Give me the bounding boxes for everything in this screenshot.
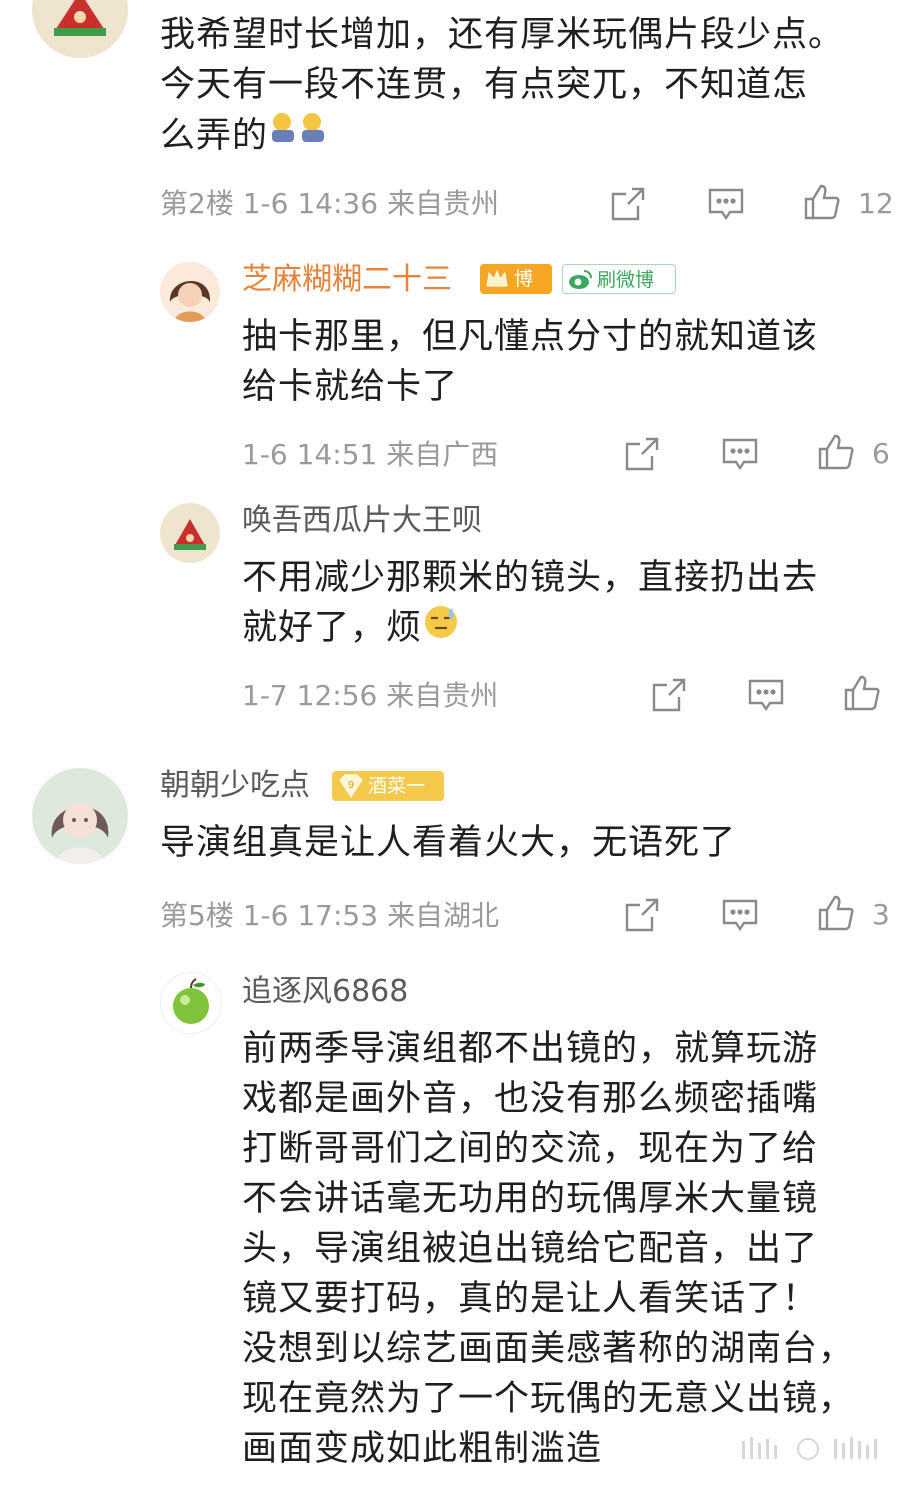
comment-text: 不用减少那颗米的镜头，直接扔出去 就好了，烦 (242, 553, 902, 655)
comment-icon[interactable] (706, 184, 746, 224)
comment-line: 头，导演组被迫出镜给它配音，出了 (242, 1229, 819, 1269)
like-count: 3 (872, 898, 890, 931)
badge-label: 刷微博 (597, 269, 655, 291)
watermark (738, 1435, 898, 1469)
comment-line: 我希望时长增加，还有厚米玩偶片段少点。 (160, 15, 845, 55)
avatar[interactable] (160, 972, 222, 1034)
comment-line: 就好了，烦 (242, 603, 902, 655)
comment-line: 么弄的 (160, 110, 900, 164)
comment-meta: 第5楼 1-6 17:53 来自湖北 (160, 899, 499, 932)
avatar[interactable] (32, 0, 128, 58)
thumbs-up-icon[interactable] (816, 432, 856, 472)
avatar[interactable] (160, 262, 220, 322)
comment-line: 不用减少那颗米的镜头，直接扔出去 (242, 558, 819, 598)
like-count: 6 (872, 437, 890, 470)
emoji-icon (268, 110, 348, 164)
comment-line: 现在竟然为了一个玩偶的无意义出镜， (242, 1379, 855, 1419)
comment-text: 导演组真是让人看着火大，无语死了 (160, 818, 900, 868)
comment-line: 戏都是画外音，也没有那么频密插嘴 (242, 1079, 819, 1119)
comment-text: 前两季导演组都不出镜的，就算玩游 戏都是画外音，也没有那么频密插嘴 打断哥哥们之… (242, 1024, 912, 1474)
share-icon[interactable] (622, 895, 662, 935)
thumbs-up-icon[interactable] (842, 673, 882, 713)
comment-meta: 第2楼 1-6 14:36 来自贵州 (160, 187, 499, 220)
share-icon[interactable] (608, 184, 648, 224)
comment-text: 我希望时长增加，还有厚米玩偶片段少点。 今天有一段不连贯，有点突兀，不知道怎 么… (160, 10, 900, 164)
comment-line: 没想到以综艺画面美感著称的湖南台， (242, 1329, 855, 1369)
diamond-level-icon: 9 (339, 774, 363, 798)
comment-text: 抽卡那里，但凡懂点分寸的就知道该 给卡就给卡了 (242, 312, 902, 412)
author-name[interactable]: 芝麻糊糊二十三 (242, 262, 452, 298)
comment-line: 导演组真是让人看着火大，无语死了 (160, 823, 737, 863)
share-icon[interactable] (649, 675, 689, 715)
comment-icon[interactable] (720, 895, 760, 935)
level-badge: 9 酒菜一汤 (332, 771, 444, 827)
comment-line: 今天有一段不连贯，有点突兀，不知道怎 (160, 65, 809, 105)
comment-line: 给卡就给卡了 (242, 367, 459, 407)
comment-line: 镜又要打码，真的是让人看笑话了！ (242, 1279, 819, 1319)
comment-line: 抽卡那里，但凡懂点分寸的就知道该 (242, 317, 819, 357)
share-icon[interactable] (622, 434, 662, 474)
comment-line: 打断哥哥们之间的交流，现在为了给 (242, 1129, 819, 1169)
comment-line: 前两季导演组都不出镜的，就算玩游 (242, 1029, 819, 1069)
comment-icon[interactable] (746, 675, 786, 715)
thumbs-up-icon[interactable] (816, 893, 856, 933)
crown-icon (486, 269, 508, 287)
comment-meta: 1-6 14:51 来自广西 (242, 438, 499, 471)
svg-text:9: 9 (348, 780, 354, 791)
comment-line: 不会讲话毫无功用的玩偶厚米大量镜 (242, 1179, 819, 1219)
author-name[interactable]: 朝朝少吃点 (160, 768, 310, 804)
weibo-badge: 刷微博 (562, 264, 676, 294)
like-count: 12 (858, 187, 894, 220)
thumbs-up-icon[interactable] (802, 182, 842, 222)
weibo-icon (569, 270, 592, 289)
comment-icon[interactable] (720, 434, 760, 474)
avatar[interactable] (32, 768, 128, 864)
annoyed-emoji-icon (422, 603, 460, 655)
author-name[interactable]: 唤吾西瓜片大王呗 (242, 503, 482, 539)
author-name[interactable]: 追逐风6868 (242, 974, 408, 1010)
blogger-badge: 博主 (480, 264, 552, 320)
avatar[interactable] (160, 503, 220, 563)
comment-meta: 1-7 12:56 来自贵州 (242, 679, 499, 712)
